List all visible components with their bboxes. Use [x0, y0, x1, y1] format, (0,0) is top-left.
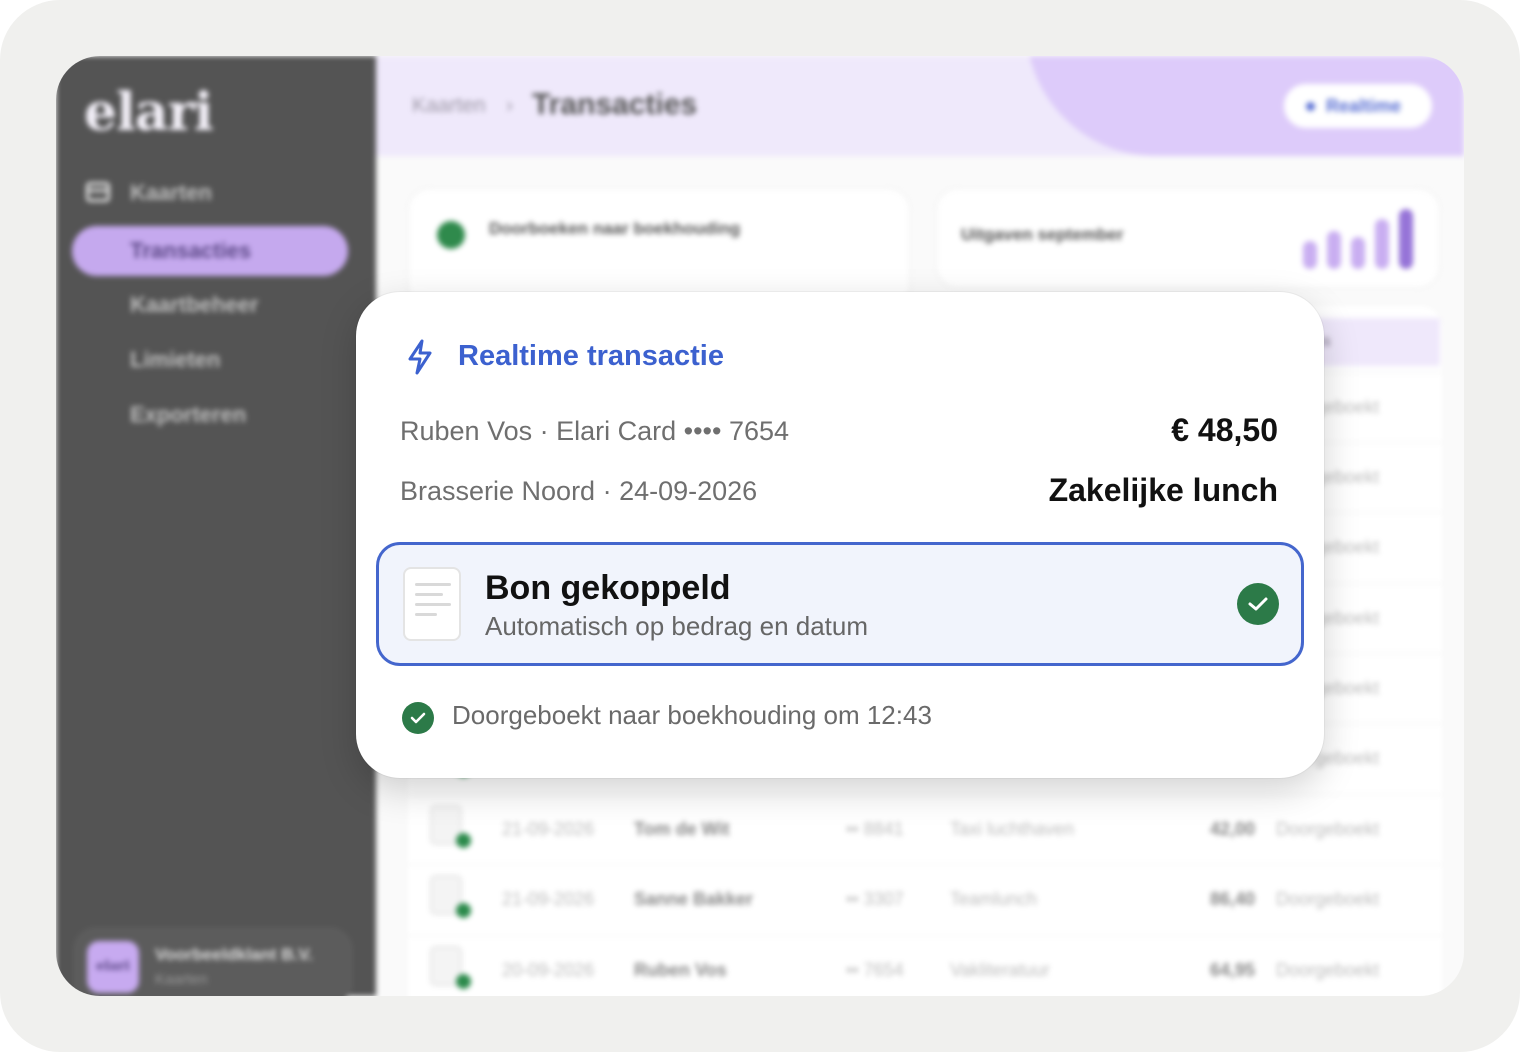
cell-status: Doorgeboekt	[1276, 819, 1380, 839]
org-subtitle: Kaarten	[155, 971, 208, 988]
sidebar-item-label: Kaartbeheer	[130, 292, 259, 317]
cell-amount: 86,40	[1210, 889, 1256, 909]
realtime-transaction-card: Realtime transactie Ruben Vos · Elari Ca…	[356, 292, 1324, 778]
status-dot	[456, 833, 471, 848]
cell-status: Doorgeboekt	[1276, 960, 1380, 980]
realtime-badge[interactable]: Realtime	[1284, 84, 1432, 128]
sync-card-title: Doorboeken naar boekhouding	[489, 219, 741, 238]
breadcrumb-separator: ›	[506, 94, 513, 117]
status-dot	[456, 974, 471, 989]
cell-name: Ruben Vos	[634, 960, 727, 980]
receipt-title: Bon gekoppeld	[485, 569, 731, 607]
cell-date: 21-09-2026	[502, 819, 595, 839]
cell-card: •• 7654	[846, 960, 904, 980]
table-row[interactable]: 20-09-2026 Ruben Vos •• 7654 Vakliteratuur 6…	[408, 935, 1442, 996]
sidebar-item-kaarten[interactable]: Kaarten	[72, 168, 348, 218]
org-logo: elari	[87, 941, 139, 993]
table-row[interactable]: 21-09-2026 Sanne Bakker •• 3307 Teamlunch 86…	[408, 864, 1442, 934]
chart-bar	[1375, 219, 1389, 269]
lightning-icon	[408, 339, 432, 375]
sidebar: elari Kaarten Transacties Kaartbeheer Li…	[56, 56, 376, 996]
cell-status: Doorgeboekt	[1276, 889, 1380, 909]
org-switcher[interactable]: elari Voorbeeldklant B.V. Kaarten	[74, 928, 352, 996]
sidebar-item-kaartbeheer[interactable]: Kaartbeheer	[72, 280, 348, 330]
cell-date: 21-09-2026	[502, 889, 595, 909]
check-icon	[437, 221, 465, 249]
sidebar-item-exporteren[interactable]: Exporteren	[72, 390, 348, 440]
cell-name: Tom de Wit	[634, 819, 730, 839]
spend-mini-chart	[1303, 205, 1423, 269]
spend-card-title: Uitgaven september	[961, 225, 1124, 244]
chart-bar	[1399, 209, 1413, 269]
sync-card: Doorboeken naar boekhouding	[408, 188, 910, 308]
chart-bar	[1351, 237, 1365, 269]
booked-status-text: Doorgeboekt naar boekhouding om 12:43	[452, 700, 932, 730]
popup-title: Realtime transactie	[458, 340, 724, 372]
receipt-subtitle: Automatisch op bedrag en datum	[485, 611, 869, 641]
chart-bar	[1303, 241, 1317, 269]
spend-card: Uitgaven september	[936, 188, 1440, 288]
elari-logo: elari	[84, 82, 214, 143]
status-dot	[456, 903, 471, 918]
header: Kaarten › Transacties Realtime	[376, 56, 1464, 156]
transaction-amount: € 48,50	[1171, 412, 1278, 448]
receipt-linked-panel[interactable]: Bon gekoppeld Automatisch op bedrag en d…	[376, 542, 1304, 666]
cell-card: •• 8841	[846, 819, 904, 839]
receipt-icon	[403, 567, 461, 641]
cell-name: Sanne Bakker	[634, 889, 754, 909]
cell-description: Teamlunch	[950, 889, 1038, 909]
cell-description: Vakliteratuur	[950, 960, 1050, 980]
cell-amount: 42,00	[1210, 819, 1256, 839]
cell-date: 20-09-2026	[502, 960, 595, 980]
cell-card: •• 3307	[846, 889, 904, 909]
cell-amount: 64,95	[1210, 960, 1256, 980]
card-icon	[86, 182, 110, 202]
sidebar-item-label: Transacties	[130, 238, 252, 263]
transaction-category: Zakelijke lunch	[1048, 472, 1278, 508]
sidebar-item-limieten[interactable]: Limieten	[72, 335, 348, 385]
sidebar-item-transacties[interactable]: Transacties	[72, 226, 348, 276]
sidebar-item-label: Exporteren	[130, 402, 247, 427]
sidebar-item-label: Limieten	[130, 347, 221, 372]
app-window: elari Kaarten Transacties Kaartbeheer Li…	[56, 56, 1464, 996]
table-row[interactable]: 21-09-2026 Tom de Wit •• 8841 Taxi luchthav…	[408, 794, 1442, 864]
check-icon	[402, 702, 434, 734]
sidebar-item-label: Kaarten	[130, 180, 212, 205]
chart-bar	[1327, 231, 1341, 269]
transaction-merchant: Brasserie Noord · 24-09-2026	[400, 476, 758, 506]
cell-description: Taxi luchthaven	[950, 819, 1075, 839]
org-name: Voorbeeldklant B.V.	[155, 945, 313, 964]
breadcrumb[interactable]: Kaarten	[412, 94, 486, 118]
page-title: Transacties	[532, 88, 698, 121]
page-frame: elari Kaarten Transacties Kaartbeheer Li…	[0, 0, 1520, 1052]
check-icon	[1237, 583, 1279, 625]
transaction-cardholder: Ruben Vos · Elari Card •••• 7654	[400, 416, 790, 446]
